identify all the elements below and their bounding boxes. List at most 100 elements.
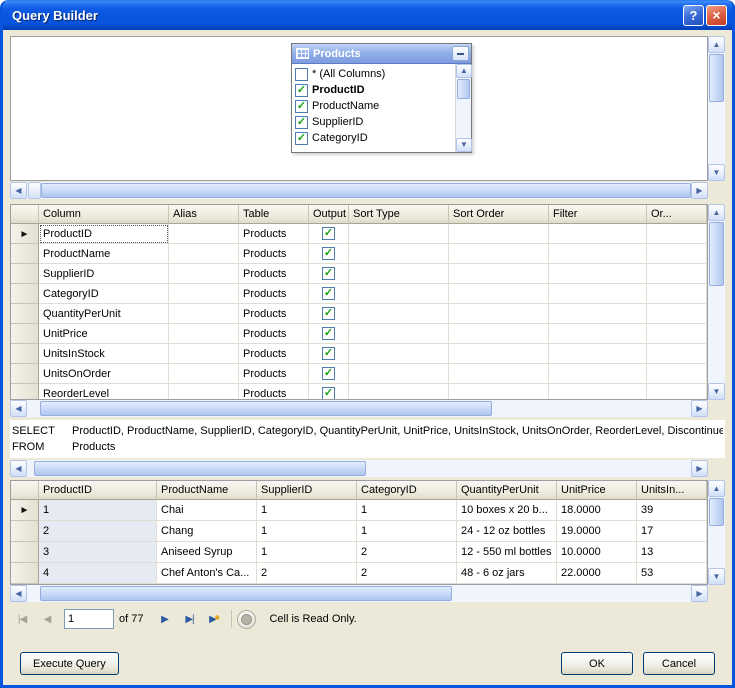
results-cell[interactable]: 2	[39, 521, 157, 542]
criteria-cell-column[interactable]: UnitPrice	[39, 324, 169, 344]
output-checkbox[interactable]: ✓	[322, 347, 335, 360]
criteria-cell-output[interactable]: ✓	[309, 264, 349, 284]
results-cell[interactable]: Chef Anton's Ca...	[157, 563, 257, 584]
results-cell[interactable]: 19.0000	[557, 521, 637, 542]
criteria-cell-sortorder[interactable]	[449, 224, 549, 244]
move-next-button[interactable]: ▶	[152, 608, 176, 630]
row-selector[interactable]	[11, 521, 39, 542]
output-checkbox[interactable]: ✓	[322, 227, 335, 240]
results-header-unitprice[interactable]: UnitPrice	[557, 481, 637, 500]
criteria-cell-alias[interactable]	[169, 344, 239, 364]
row-selector[interactable]	[11, 304, 39, 324]
criteria-cell-alias[interactable]	[169, 244, 239, 264]
criteria-cell-table[interactable]: Products	[239, 344, 309, 364]
criteria-cell-output[interactable]: ✓	[309, 284, 349, 304]
results-cell[interactable]: Aniseed Syrup	[157, 542, 257, 563]
results-cell[interactable]: 39	[637, 500, 707, 521]
output-checkbox[interactable]: ✓	[322, 307, 335, 320]
criteria-cell-column[interactable]: CategoryID	[39, 284, 169, 304]
criteria-cell-alias[interactable]	[169, 284, 239, 304]
criteria-cell-output[interactable]: ✓	[309, 324, 349, 344]
criteria-cell-output[interactable]: ✓	[309, 304, 349, 324]
scroll-thumb[interactable]	[41, 183, 691, 198]
criteria-cell-sortorder[interactable]	[449, 324, 549, 344]
results-header-supplierid[interactable]: SupplierID	[257, 481, 357, 500]
criteria-cell-or[interactable]	[647, 364, 707, 384]
move-first-button[interactable]: |◀	[10, 608, 34, 630]
scroll-track[interactable]	[708, 221, 725, 383]
scroll-thumb[interactable]	[457, 79, 470, 99]
scroll-down-button[interactable]: ▼	[708, 568, 725, 585]
criteria-cell-column[interactable]: UnitsInStock	[39, 344, 169, 364]
results-cell[interactable]: 1	[357, 500, 457, 521]
position-input[interactable]	[64, 609, 114, 629]
results-cell[interactable]: 24 - 12 oz bottles	[457, 521, 557, 542]
criteria-cell-output[interactable]: ✓	[309, 384, 349, 400]
scroll-down-button[interactable]: ▼	[708, 383, 725, 400]
results-header-unitsinstock[interactable]: UnitsIn...	[637, 481, 707, 500]
criteria-cell-column[interactable]: QuantityPerUnit	[39, 304, 169, 324]
row-selector[interactable]: ►	[11, 224, 39, 244]
criteria-cell-output[interactable]: ✓	[309, 244, 349, 264]
criteria-cell-or[interactable]	[647, 384, 707, 400]
criteria-cell-table[interactable]: Products	[239, 384, 309, 400]
column-item-productid[interactable]: ✓ ProductID	[292, 82, 455, 98]
criteria-cell-column[interactable]: ReorderLevel	[39, 384, 169, 400]
title-bar[interactable]: Query Builder ? ×	[3, 0, 732, 30]
results-cell[interactable]: 2	[357, 542, 457, 563]
criteria-cell-table[interactable]: Products	[239, 224, 309, 244]
criteria-cell-or[interactable]	[647, 264, 707, 284]
output-checkbox[interactable]: ✓	[322, 267, 335, 280]
criteria-cell-output[interactable]: ✓	[309, 344, 349, 364]
criteria-cell-alias[interactable]	[169, 304, 239, 324]
criteria-header-sorttype[interactable]: Sort Type	[349, 205, 449, 224]
criteria-cell-filter[interactable]	[549, 284, 647, 304]
criteria-cell-or[interactable]	[647, 324, 707, 344]
row-selector[interactable]	[11, 364, 39, 384]
sql-hscrollbar[interactable]: ◀ ▶	[10, 460, 708, 477]
criteria-cell-sortorder[interactable]	[449, 364, 549, 384]
criteria-cell-alias[interactable]	[169, 364, 239, 384]
criteria-cell-output[interactable]: ✓	[309, 224, 349, 244]
criteria-cell-sorttype[interactable]	[349, 324, 449, 344]
criteria-cell-or[interactable]	[647, 224, 707, 244]
column-item-productname[interactable]: ✓ ProductName	[292, 98, 455, 114]
criteria-cell-sortorder[interactable]	[449, 244, 549, 264]
row-selector[interactable]: ►	[11, 500, 39, 521]
criteria-header-sortorder[interactable]: Sort Order	[449, 205, 549, 224]
column-checkbox[interactable]: ✓	[295, 116, 308, 129]
criteria-cell-filter[interactable]	[549, 304, 647, 324]
scroll-thumb[interactable]	[40, 586, 452, 601]
scroll-left-button[interactable]: ◀	[10, 400, 27, 417]
scroll-track[interactable]	[456, 78, 471, 138]
table-window-vscrollbar[interactable]: ▲ ▼	[455, 64, 471, 152]
output-checkbox[interactable]: ✓	[322, 327, 335, 340]
criteria-cell-sorttype[interactable]	[349, 264, 449, 284]
scroll-left-button[interactable]: ◀	[10, 585, 27, 602]
cancel-query-button[interactable]	[237, 610, 256, 629]
criteria-cell-sorttype[interactable]	[349, 284, 449, 304]
criteria-header-output[interactable]: Output	[309, 205, 349, 224]
results-cell[interactable]: 18.0000	[557, 500, 637, 521]
criteria-cell-filter[interactable]	[549, 344, 647, 364]
results-cell[interactable]: 2	[357, 563, 457, 584]
criteria-cell-table[interactable]: Products	[239, 324, 309, 344]
scroll-down-button[interactable]: ▼	[456, 138, 472, 152]
criteria-cell-filter[interactable]	[549, 224, 647, 244]
cancel-button[interactable]: Cancel	[643, 652, 715, 675]
row-selector[interactable]	[11, 284, 39, 304]
criteria-cell-sorttype[interactable]	[349, 224, 449, 244]
results-cell[interactable]: 13	[637, 542, 707, 563]
criteria-cell-column[interactable]: ProductID	[39, 224, 169, 244]
row-selector[interactable]	[11, 264, 39, 284]
close-button[interactable]: ×	[706, 5, 727, 26]
criteria-cell-sortorder[interactable]	[449, 264, 549, 284]
move-last-button[interactable]: ▶|	[177, 608, 201, 630]
criteria-cell-sortorder[interactable]	[449, 284, 549, 304]
column-checkbox[interactable]: ✓	[295, 100, 308, 113]
criteria-header-table[interactable]: Table	[239, 205, 309, 224]
results-vscrollbar[interactable]: ▲ ▼	[708, 480, 725, 585]
criteria-cell-table[interactable]: Products	[239, 304, 309, 324]
results-header-productid[interactable]: ProductID	[39, 481, 157, 500]
results-header-quantityperunit[interactable]: QuantityPerUnit	[457, 481, 557, 500]
